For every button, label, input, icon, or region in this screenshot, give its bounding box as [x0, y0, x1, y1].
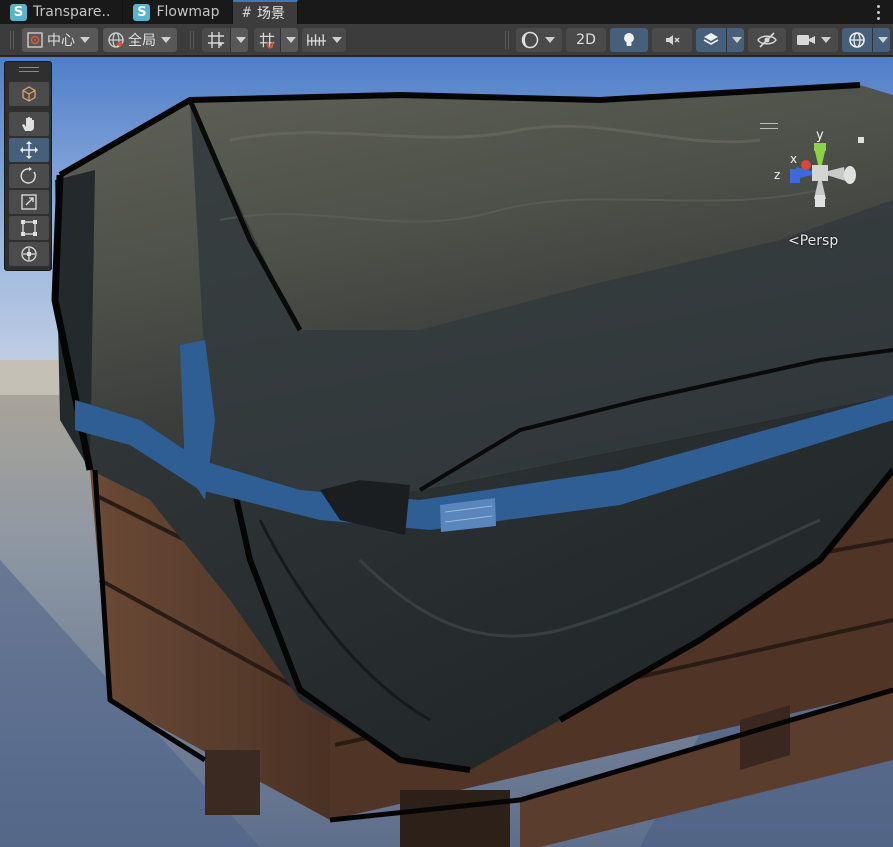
snap-increment-button[interactable] — [254, 28, 280, 52]
scale-tool-button[interactable] — [9, 190, 49, 214]
tab-transparent-shader[interactable]: S Transpare.. — [0, 0, 124, 24]
rect-transform-icon — [21, 220, 37, 236]
hand-icon — [22, 117, 34, 131]
more-options-icon[interactable] — [871, 2, 885, 22]
grid-visibility-dropdown[interactable] — [230, 28, 248, 52]
chevron-down-icon — [161, 37, 171, 43]
effects-layers-icon — [703, 33, 719, 45]
toolbar-grip[interactable] — [10, 31, 14, 49]
pivot-mode-dropdown[interactable]: 中心 — [22, 28, 98, 52]
chevron-down-icon — [877, 37, 888, 43]
scene-effects-dropdown[interactable] — [726, 28, 744, 52]
pivot-space-dropdown[interactable]: 全局 — [103, 28, 177, 52]
hidden-eye-icon — [757, 32, 777, 48]
lightbulb-icon — [624, 33, 634, 46]
tab-scene[interactable]: # 场景 — [232, 0, 298, 24]
chevron-down-icon — [821, 37, 831, 43]
scene-hash-icon: # — [242, 5, 251, 21]
chevron-down-icon — [731, 37, 742, 43]
tab-bar: S Transpare.. S Flowmap # 场景 — [0, 0, 893, 24]
rotate-icon — [20, 167, 36, 184]
tab-label: 场景 — [256, 6, 285, 22]
chevron-left-icon: < — [788, 233, 800, 249]
move-tool-button[interactable] — [9, 138, 49, 162]
scene-lighting-toggle[interactable] — [610, 28, 648, 52]
pivot-mode-label: 中心 — [47, 33, 75, 49]
toolbar-grip[interactable] — [190, 31, 194, 49]
tab-label: Flowmap — [156, 4, 220, 20]
grid-visibility-button[interactable] — [202, 28, 230, 52]
chevron-down-icon — [545, 37, 555, 43]
toolbar-grip[interactable] — [505, 31, 509, 49]
chevron-down-icon — [285, 37, 296, 43]
scene-render — [0, 57, 893, 847]
scene-camera-dropdown[interactable] — [792, 28, 838, 52]
gizmo-icon — [849, 32, 865, 48]
shader-graph-icon: S — [10, 3, 27, 21]
shader-graph-icon: S — [133, 3, 151, 21]
gizmos-dropdown[interactable] — [872, 28, 890, 52]
projection-label: Persp — [799, 233, 839, 249]
scene-effects-toggle[interactable] — [696, 28, 726, 52]
move-arrows-icon — [20, 141, 38, 159]
gizmos-toggle[interactable] — [842, 28, 872, 52]
scene-audio-toggle[interactable] — [652, 28, 692, 52]
view-options-button[interactable] — [9, 82, 49, 106]
transform-icon — [21, 246, 37, 262]
axis-y-label: y — [816, 128, 824, 143]
shading-mode-icon — [521, 31, 539, 49]
globe-icon — [108, 32, 124, 48]
rotate-tool-button[interactable] — [9, 164, 49, 188]
scene-visibility-toggle[interactable] — [748, 28, 786, 52]
rect-tool-button[interactable] — [9, 216, 49, 240]
projection-toggle[interactable]: <Persp — [788, 233, 838, 249]
grid-icon — [208, 32, 225, 48]
grid-snap-icon — [259, 32, 275, 49]
camera-icon — [797, 35, 815, 45]
tools-overlay-grip[interactable] — [19, 67, 39, 72]
pivot-space-label: 全局 — [128, 33, 156, 49]
tab-label: Transpare.. — [33, 4, 111, 20]
chevron-down-icon — [332, 37, 342, 43]
axis-x-label: x — [790, 152, 797, 166]
axis-z-label: z — [774, 168, 780, 182]
snap-increment-dropdown[interactable] — [280, 28, 298, 52]
ruler-snap-icon — [306, 34, 327, 46]
orientation-gizmo[interactable]: y x z — [770, 123, 870, 223]
chevron-down-icon — [80, 37, 90, 43]
audio-muted-icon — [666, 35, 680, 45]
tools-overlay — [4, 61, 52, 271]
2d-mode-toggle[interactable]: 2D — [566, 28, 606, 52]
pivot-center-icon — [27, 32, 43, 48]
tab-flowmap[interactable]: S Flowmap — [123, 0, 233, 24]
cube-icon — [22, 86, 36, 102]
draw-mode-dropdown[interactable] — [516, 28, 562, 52]
view-tool-button[interactable] — [9, 112, 49, 136]
transform-tool-button[interactable] — [9, 242, 49, 266]
scene-viewport[interactable]: y x z <Persp — [0, 57, 893, 847]
snap-settings-dropdown[interactable] — [302, 28, 346, 52]
2d-mode-label: 2D — [576, 32, 596, 48]
scene-toolbar: 中心 全局 2D — [0, 24, 893, 56]
scale-icon — [21, 194, 37, 210]
chevron-down-icon — [235, 37, 246, 43]
